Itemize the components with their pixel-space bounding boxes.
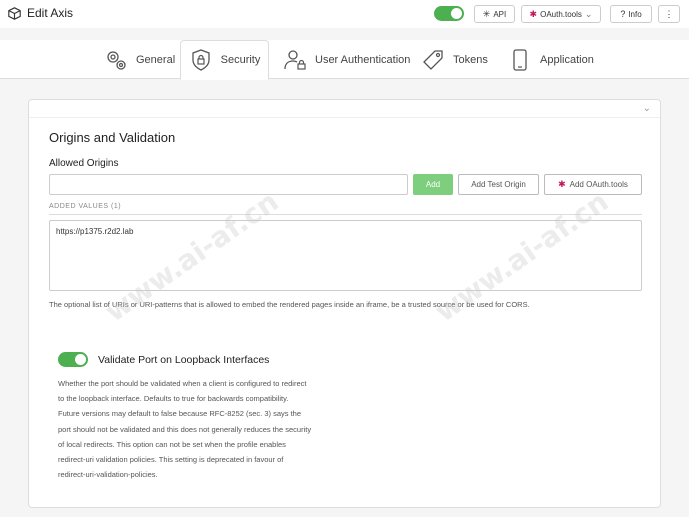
more-menu-button[interactable]: ⋮ <box>658 5 680 23</box>
validate-port-title: Validate Port on Loopback Interfaces <box>98 354 270 366</box>
oauth-gear-icon: ✱ <box>529 8 538 19</box>
list-item[interactable]: https://p1375.r2d2.lab <box>56 227 635 236</box>
add-button[interactable]: Add <box>413 174 453 195</box>
tab-general[interactable]: General <box>104 40 175 79</box>
collapse-chevron-icon[interactable]: ⌄ <box>643 103 651 114</box>
asterisk-icon: ✳ <box>482 8 491 19</box>
question-icon: ? <box>620 9 626 19</box>
app-title: Edit Axis <box>8 6 73 20</box>
added-values-label: ADDED VALUES (1) <box>49 203 122 210</box>
add-oauth-tools-button[interactable]: ✱ Add OAuth.tools <box>544 174 642 195</box>
origin-input[interactable] <box>49 174 408 195</box>
tab-user-authentication[interactable]: User Authentication <box>283 40 410 79</box>
shield-lock-icon <box>191 49 210 71</box>
validate-port-toggle[interactable] <box>58 352 88 367</box>
tab-security[interactable]: Security <box>180 40 269 80</box>
origins-card: ⌄ Origins and Validation Allowed Origins… <box>28 99 661 508</box>
info-button[interactable]: ? Info <box>610 5 652 23</box>
tab-bar: General Security User Authentication Tok… <box>0 40 689 80</box>
oauth-gear-icon: ✱ <box>558 179 566 189</box>
mobile-icon <box>513 48 527 71</box>
tab-tokens[interactable]: Tokens <box>421 40 488 79</box>
added-values-list: https://p1375.r2d2.lab <box>49 220 642 291</box>
allowed-origins-label: Allowed Origins <box>49 158 119 169</box>
more-vertical-icon: ⋮ <box>664 8 674 19</box>
gears-icon <box>107 50 126 70</box>
add-test-origin-button[interactable]: Add Test Origin <box>458 174 539 195</box>
tag-icon <box>423 49 443 70</box>
section-title: Origins and Validation <box>49 130 176 145</box>
chevron-down-icon: ⌄ <box>584 8 593 19</box>
user-lock-icon <box>284 49 306 70</box>
tab-application[interactable]: Application <box>508 40 594 79</box>
top-bar: Edit Axis ✳ API ✱ OAuth.tools ⌄ ? Info ⋮ <box>0 0 689 28</box>
enabled-toggle[interactable] <box>434 6 464 21</box>
validate-port-description: Whether the port should be validated whe… <box>58 379 312 480</box>
page-title: Edit Axis <box>27 6 74 20</box>
cube-icon <box>8 6 21 20</box>
help-text: The optional list of URIs or URI-pattern… <box>49 300 530 309</box>
api-button[interactable]: ✳ API <box>474 5 515 23</box>
oauth-tools-dropdown[interactable]: ✱ OAuth.tools ⌄ <box>521 5 601 23</box>
